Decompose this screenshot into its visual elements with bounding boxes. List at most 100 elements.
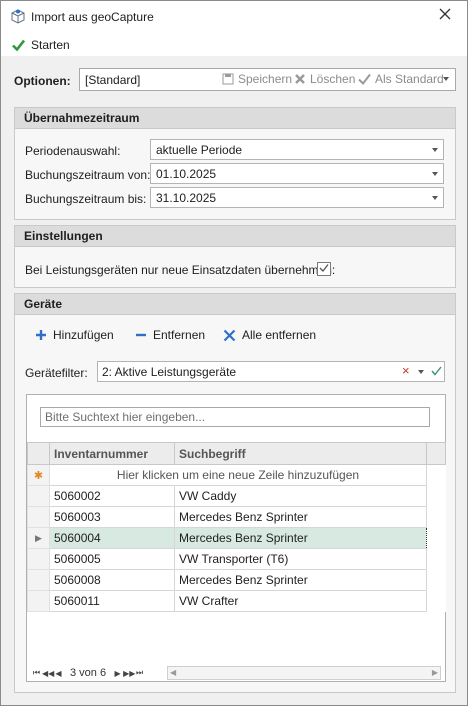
row-indicator-header [27,442,50,465]
first-page-icon[interactable]: ⏮ [31,668,42,678]
toolbar: Starten [1,32,467,56]
delete-icon [295,74,305,84]
table-row[interactable]: 5060003 Mercedes Benz Sprinter [27,506,446,528]
chevron-down-icon [432,172,438,176]
last-page-icon[interactable]: ⏭ [134,668,145,678]
device-table: Inventarnummer Suchbegriff ✱ Hier klicke… [27,442,446,612]
booking-to-value: 31.10.2025 [156,191,217,205]
options-label: Optionen: [14,74,71,88]
new-row[interactable]: ✱ Hier klicken um eine neue Zeile hinzuz… [27,464,446,486]
pager-text: 3 von 6 [70,667,107,679]
prev-page-icon[interactable]: ◀ [53,669,64,678]
delete-options-label: Löschen [310,72,356,86]
set-default-button[interactable]: Als Standard [358,72,444,86]
next-page-group-icon[interactable]: ▶▶ [123,669,135,678]
delete-options-button[interactable]: Löschen [294,72,355,86]
cell-inventory[interactable]: 5060002 [49,485,175,507]
cell-search[interactable]: Mercedes Benz Sprinter [174,506,427,528]
empty-cell [426,464,446,486]
checkmark-icon [12,39,25,51]
start-label: Starten [31,38,70,52]
empty-cell [426,485,446,507]
column-header-filler [426,442,446,465]
booking-to-date[interactable]: 31.10.2025 [150,187,444,208]
window-title: Import aus geoCapture [31,10,154,24]
grid-search-input[interactable]: Bitte Suchtext hier eingeben... [40,407,430,427]
column-header-inventory[interactable]: Inventarnummer [49,442,175,465]
scroll-right-icon[interactable]: ▶ [432,668,438,677]
options-combo[interactable]: [Standard] Speichern Löschen Als Standar… [79,68,456,91]
cell-inventory[interactable]: 5060005 [49,548,175,570]
table-row[interactable]: 5060005 VW Transporter (T6) [27,548,446,570]
options-value: [Standard] [85,73,141,87]
booking-from-date[interactable]: 01.10.2025 [150,163,444,184]
device-filter-label: Gerätefilter: [25,366,88,380]
horizontal-scrollbar[interactable]: ◀ ▶ [167,666,441,680]
close-button[interactable] [431,3,459,29]
save-icon [222,73,234,85]
scroll-left-icon[interactable]: ◀ [170,668,176,677]
import-icon [10,8,26,24]
device-filter-combo[interactable]: 2: Aktive Leistungsgeräte × [97,361,445,382]
remove-all-label: Alle entfernen [242,328,317,342]
period-header: Übernahmezeitraum [15,108,455,129]
remove-device-label: Entfernen [153,328,206,342]
device-filter-value: 2: Aktive Leistungsgeräte [102,365,237,379]
apply-filter-icon[interactable] [431,365,442,379]
booking-from-label: Buchungszeitraum von: [25,168,151,182]
cell-search[interactable]: VW Transporter (T6) [174,548,427,570]
remove-device-button[interactable]: Entfernen [135,328,205,342]
devices-header: Geräte [15,294,455,315]
cell-search[interactable]: VW Crafter [174,590,427,612]
table-row[interactable]: 5060008 Mercedes Benz Sprinter [27,569,446,591]
table-row[interactable]: 5060011 VW Crafter [27,590,446,612]
chevron-down-icon [432,196,438,200]
new-row-icon: ✱ [27,464,50,486]
only-new-label: Bei Leistungsgeräten nur neue Einsatzdat… [25,263,336,277]
empty-cell [426,569,446,591]
grid-pager: ⏮ ◀◀ ◀ 3 von 6 ▶ ▶▶ ⏭ ◀ ▶ [27,664,445,682]
table-row-selected[interactable]: ▶ 5060004 Mercedes Benz Sprinter [27,527,446,549]
save-options-label: Speichern [238,72,293,86]
new-row-text[interactable]: Hier klicken um eine neue Zeile hinzuzuf… [49,464,427,486]
period-selection-label: Periodenauswahl: [25,144,121,158]
empty-cell [426,527,446,549]
cell-inventory[interactable]: 5060011 [49,590,175,612]
chevron-down-icon[interactable] [418,370,424,374]
add-device-button[interactable]: Hinzufügen [35,328,114,342]
plus-icon [36,330,46,340]
next-page-icon[interactable]: ▶ [112,669,123,678]
cell-search[interactable]: Mercedes Benz Sprinter [174,569,427,591]
column-header-search[interactable]: Suchbegriff [174,442,427,465]
remove-all-icon [223,329,236,341]
add-device-label: Hinzufügen [53,328,114,342]
row-indicator [27,548,50,570]
cell-inventory[interactable]: 5060004 [49,527,175,549]
cell-search[interactable]: Mercedes Benz Sprinter [174,527,427,549]
settings-header: Einstellungen [15,226,455,247]
settings-group: Einstellungen Bei Leistungsgeräten nur n… [14,225,456,288]
period-selection-combo[interactable]: aktuelle Periode [150,139,444,160]
chevron-down-icon[interactable] [443,77,449,81]
period-group: Übernahmezeitraum Periodenauswahl: aktue… [14,107,456,220]
cell-inventory[interactable]: 5060008 [49,569,175,591]
row-indicator-arrow-icon: ▶ [27,527,50,549]
start-button[interactable]: Starten [12,37,70,53]
minus-icon [136,333,146,337]
table-header-row: Inventarnummer Suchbegriff [27,442,446,465]
table-row[interactable]: 5060002 VW Caddy [27,485,446,507]
period-selection-value: aktuelle Periode [156,143,243,157]
empty-cell [426,548,446,570]
device-grid: Bitte Suchtext hier eingeben... Inventar… [26,394,446,682]
remove-all-devices-button[interactable]: Alle entfernen [223,328,316,342]
save-options-button[interactable]: Speichern [222,72,292,86]
checkmark-icon [319,264,329,272]
cell-inventory[interactable]: 5060003 [49,506,175,528]
chevron-down-icon [432,148,438,152]
booking-from-value: 01.10.2025 [156,167,217,181]
clear-filter-icon[interactable]: × [402,363,410,378]
cell-search[interactable]: VW Caddy [174,485,427,507]
prev-page-group-icon[interactable]: ◀◀ [42,669,54,678]
set-default-label: Als Standard [375,72,444,86]
only-new-checkbox[interactable] [317,262,331,276]
